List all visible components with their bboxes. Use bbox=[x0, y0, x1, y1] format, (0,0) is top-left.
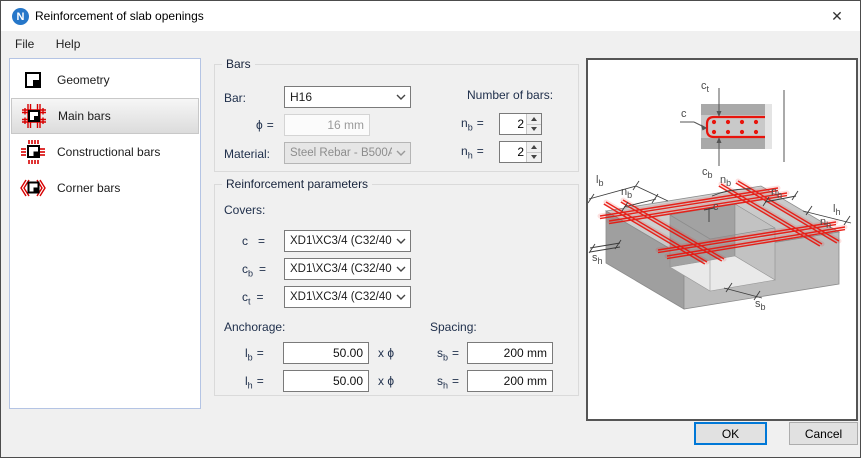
chevron-down-icon bbox=[392, 87, 410, 107]
sidebar-item-label: Main bars bbox=[58, 109, 111, 123]
cancel-button-label: Cancel bbox=[804, 426, 843, 441]
reinforcement-parameters-title: Reinforcement parameters bbox=[222, 177, 373, 191]
nh-label: nh = bbox=[461, 144, 484, 161]
phi-input bbox=[284, 114, 370, 136]
reinforcement-parameters-group: Reinforcement parameters Covers: c = XD1\… bbox=[214, 177, 579, 396]
preview-illustration bbox=[588, 88, 852, 310]
iso-nh-right-label: nh bbox=[820, 216, 832, 231]
nb-label: nb = bbox=[461, 116, 484, 133]
iso-sb-label: sb bbox=[755, 298, 766, 313]
lb-suffix: x ϕ bbox=[378, 346, 395, 360]
cover-cb-value: XD1\XC3/4 (C32/40,I bbox=[290, 263, 392, 275]
chevron-down-icon bbox=[392, 259, 410, 279]
cancel-button[interactable]: Cancel bbox=[789, 422, 858, 445]
ok-button-label: OK bbox=[721, 426, 740, 441]
iso-nb-top-label: nb bbox=[720, 174, 732, 189]
nh-stepper[interactable] bbox=[499, 141, 542, 163]
material-select: Steel Rebar - B500A, bbox=[284, 142, 411, 164]
cover-cb-select[interactable]: XD1\XC3/4 (C32/40,I bbox=[284, 258, 411, 280]
section-detail bbox=[680, 88, 785, 166]
material-select-value: Steel Rebar - B500A, bbox=[290, 147, 392, 159]
app-logo-letter: N bbox=[16, 10, 25, 23]
menu-help[interactable]: Help bbox=[47, 32, 90, 56]
chevron-down-icon bbox=[392, 231, 410, 251]
window-title: Reinforcement of slab openings bbox=[35, 9, 204, 23]
iso-lb-label: lb bbox=[596, 174, 604, 189]
bar-label: Bar: bbox=[224, 91, 247, 105]
sidebar-item-label: Geometry bbox=[57, 73, 110, 87]
geometry-icon bbox=[18, 66, 48, 94]
nb-stepper-value[interactable] bbox=[500, 114, 526, 134]
spin-up-icon[interactable] bbox=[527, 142, 541, 152]
nb-stepper-buttons bbox=[526, 114, 541, 134]
material-label: Material: bbox=[224, 147, 271, 161]
sidebar-item-constructional-bars[interactable]: Constructional bars bbox=[11, 134, 199, 170]
sb-input[interactable] bbox=[467, 342, 553, 364]
chevron-down-icon bbox=[392, 143, 410, 163]
iso-nh-top-label: nh bbox=[771, 186, 783, 201]
constructional-bars-icon bbox=[18, 138, 48, 166]
lh-suffix: x ϕ bbox=[378, 374, 395, 388]
iso-c-label: c bbox=[713, 201, 719, 213]
sidebar-item-corner-bars[interactable]: Corner bars bbox=[11, 170, 199, 206]
nh-stepper-value[interactable] bbox=[500, 142, 526, 162]
number-of-bars-label: Number of bars: bbox=[467, 88, 554, 102]
titlebar: N Reinforcement of slab openings ✕ bbox=[1, 1, 860, 31]
covers-label: Covers: bbox=[224, 203, 266, 217]
lb-label: lb = bbox=[245, 346, 264, 363]
menubar: File Help bbox=[1, 31, 860, 57]
preview-panel: ct c cb lb nb nb nh lh nh c sh sb bbox=[586, 58, 858, 421]
iso-nb-left-label: nb bbox=[621, 186, 633, 201]
sb-label: sb = bbox=[437, 346, 460, 363]
menu-file[interactable]: File bbox=[6, 32, 43, 56]
lh-input[interactable] bbox=[283, 370, 369, 392]
cover-c-select[interactable]: XD1\XC3/4 (C32/40,I bbox=[284, 230, 411, 252]
sh-label: sh = bbox=[437, 374, 460, 391]
cover-ct-value: XD1\XC3/4 (C32/40,I bbox=[290, 291, 392, 303]
close-icon[interactable]: ✕ bbox=[822, 5, 852, 27]
cover-ct-select[interactable]: XD1\XC3/4 (C32/40,I bbox=[284, 286, 411, 308]
sidebar-item-label: Corner bars bbox=[57, 181, 121, 195]
iso-lh-label: lh bbox=[833, 203, 841, 218]
cover-cb-label: cb = bbox=[242, 262, 267, 279]
spacing-label: Spacing: bbox=[430, 320, 477, 334]
corner-bars-icon bbox=[18, 174, 48, 202]
bars-group: Bars Bar: H16 ϕ= Material: Steel Rebar -… bbox=[214, 57, 579, 172]
bar-select-value: H16 bbox=[290, 90, 313, 104]
bars-group-title: Bars bbox=[222, 57, 255, 71]
app-logo-icon: N bbox=[12, 8, 29, 25]
chevron-down-icon bbox=[392, 287, 410, 307]
cover-c-value: XD1\XC3/4 (C32/40,I bbox=[290, 235, 392, 247]
spin-down-icon[interactable] bbox=[527, 123, 541, 134]
section-ct-label: ct bbox=[701, 80, 710, 95]
cover-c-label: c = bbox=[242, 234, 266, 248]
sidebar: Geometry Main bars Constructional bars C… bbox=[9, 58, 201, 409]
reinforcement-dialog: N Reinforcement of slab openings ✕ File … bbox=[0, 0, 861, 458]
sh-input[interactable] bbox=[467, 370, 553, 392]
lh-label: lh = bbox=[245, 374, 264, 391]
section-c-label: c bbox=[681, 108, 687, 120]
phi-label: ϕ = bbox=[256, 118, 274, 132]
iso-sh-label: sh bbox=[592, 252, 603, 267]
section-cb-label: cb bbox=[702, 166, 713, 181]
sidebar-item-label: Constructional bars bbox=[57, 145, 161, 159]
sidebar-item-geometry[interactable]: Geometry bbox=[11, 62, 199, 98]
spin-down-icon[interactable] bbox=[527, 151, 541, 162]
cover-ct-label: ct = bbox=[242, 290, 264, 307]
nh-stepper-buttons bbox=[526, 142, 541, 162]
ok-button[interactable]: OK bbox=[694, 422, 767, 445]
nb-stepper[interactable] bbox=[499, 113, 542, 135]
main-bars-icon bbox=[19, 102, 49, 130]
spin-up-icon[interactable] bbox=[527, 114, 541, 124]
sidebar-item-main-bars[interactable]: Main bars bbox=[11, 98, 199, 134]
anchorage-label: Anchorage: bbox=[224, 320, 286, 334]
lb-input[interactable] bbox=[283, 342, 369, 364]
bar-select[interactable]: H16 bbox=[284, 86, 411, 108]
